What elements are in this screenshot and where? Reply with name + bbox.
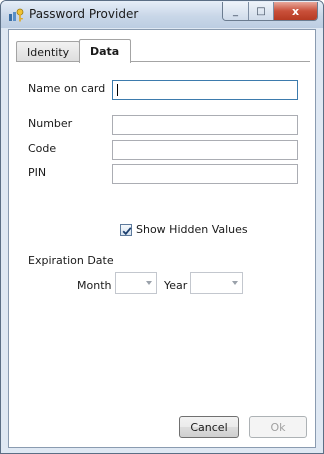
ok-button-label: Ok: [270, 420, 286, 434]
tab-data[interactable]: Data: [79, 39, 131, 63]
expiration-date-label: Expiration Date: [28, 254, 114, 267]
window-controls: _ □ x: [222, 2, 318, 21]
tab-identity-label: Identity: [27, 45, 70, 59]
close-button[interactable]: x: [274, 2, 317, 20]
pin-label: PIN: [28, 166, 47, 179]
year-dropdown[interactable]: [190, 272, 243, 294]
text-caret: [117, 84, 118, 96]
cancel-button-label: Cancel: [190, 420, 228, 434]
show-hidden-values-label[interactable]: Show Hidden Values: [136, 223, 248, 236]
data-tab-panel: Name on card Number Code PIN Show Hidden…: [16, 61, 310, 401]
ok-button[interactable]: Ok: [249, 416, 307, 438]
number-field[interactable]: [112, 115, 298, 135]
month-dropdown[interactable]: [115, 272, 157, 294]
maximize-icon: □: [256, 5, 266, 17]
key-icon: [8, 7, 24, 23]
number-label: Number: [28, 117, 73, 130]
window-title: Password Provider: [29, 7, 139, 21]
pin-field[interactable]: [112, 164, 298, 184]
show-hidden-values-checkbox[interactable]: [120, 224, 132, 236]
chevron-down-icon: [232, 281, 238, 285]
name-on-card-field[interactable]: [112, 80, 298, 100]
month-label: Month: [77, 279, 112, 292]
minimize-icon: _: [233, 5, 238, 17]
tab-identity[interactable]: Identity: [16, 41, 80, 62]
tab-data-label: Data: [90, 45, 120, 58]
cancel-button[interactable]: Cancel: [179, 416, 239, 438]
title-bar[interactable]: Password Provider _ □ x: [1, 1, 323, 28]
code-field[interactable]: [112, 140, 298, 160]
password-provider-window: Password Provider _ □ x Identity Data Na…: [0, 0, 324, 454]
minimize-button[interactable]: _: [223, 2, 249, 20]
code-label: Code: [28, 142, 57, 155]
maximize-button[interactable]: □: [249, 2, 274, 20]
checkmark-icon: [122, 227, 132, 236]
dialog-client-area: Identity Data Name on card Number Code P…: [8, 29, 316, 448]
year-label: Year: [164, 279, 188, 292]
name-on-card-label: Name on card: [28, 82, 106, 95]
chevron-down-icon: [146, 281, 152, 285]
close-icon: x: [291, 4, 300, 18]
